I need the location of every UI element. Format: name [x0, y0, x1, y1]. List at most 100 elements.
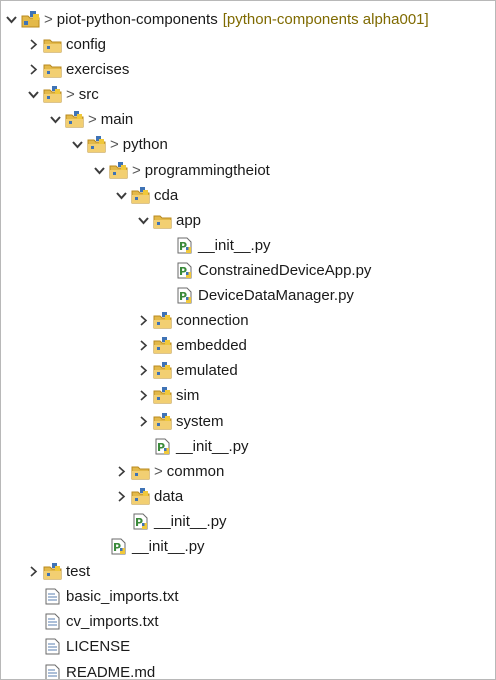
tree-item-label: app [176, 211, 202, 229]
chevron-right-icon[interactable] [27, 38, 40, 51]
python-package-icon [131, 487, 150, 505]
tree-item-label: DeviceDataManager.py [198, 287, 354, 304]
tree-row[interactable]: P ConstrainedDeviceApp.py [159, 258, 371, 283]
chevron-right-icon[interactable] [137, 339, 150, 352]
tree-item-label: cv_imports.txt [66, 613, 159, 631]
svg-text:P: P [179, 240, 187, 253]
tree-row[interactable]: P __init__.py [93, 534, 205, 559]
tree-row[interactable]: test [27, 559, 90, 584]
tree-row[interactable]: cda [115, 183, 178, 208]
python-file-icon: P [175, 237, 194, 254]
tree-item-label: sim [176, 387, 200, 405]
dirty-marker: > [44, 11, 53, 28]
tree-row[interactable]: config [27, 32, 106, 57]
tree-row[interactable]: > main [49, 107, 133, 132]
tree-row[interactable]: sim [137, 383, 199, 408]
tree-row[interactable]: P __init__.py [115, 509, 227, 534]
tree-item-label: embedded [176, 337, 247, 355]
dirty-marker: > [88, 111, 97, 129]
python-file-icon: P [109, 538, 128, 555]
tree-item-label: programmingtheiot [144, 161, 270, 179]
tree-item-label: emulated [176, 362, 238, 380]
python-file-icon: P [131, 513, 150, 530]
project-explorer-tree: > piot-python-components [python-compone… [0, 0, 496, 680]
tree-row[interactable]: P DeviceDataManager.py [159, 283, 354, 308]
chevron-down-icon[interactable] [93, 164, 106, 177]
svg-text:P: P [157, 441, 165, 454]
svg-text:P: P [113, 541, 121, 554]
tree-row[interactable]: data [115, 484, 183, 509]
tree-item-label: system [176, 412, 224, 430]
tree-item-label: src [78, 86, 99, 104]
python-package-icon [153, 312, 172, 329]
tree-row[interactable]: > python [71, 132, 168, 157]
chevron-right-icon[interactable] [137, 314, 150, 327]
tree-row[interactable]: > src [27, 82, 99, 107]
chevron-down-icon[interactable] [115, 189, 128, 202]
tree-row[interactable]: app [137, 208, 201, 233]
chevron-down-icon[interactable] [137, 214, 150, 227]
tree-row[interactable]: emulated [137, 358, 238, 383]
tree-item-label: config [66, 36, 107, 53]
python-package-icon [65, 111, 84, 128]
tree-row[interactable]: basic_imports.txt [27, 584, 179, 609]
python-package-icon [153, 387, 172, 404]
chevron-down-icon[interactable] [71, 138, 84, 151]
chevron-right-icon[interactable] [115, 465, 128, 478]
chevron-right-icon[interactable] [115, 490, 128, 503]
python-file-icon: P [175, 262, 194, 279]
python-file-icon: P [153, 438, 172, 455]
chevron-down-icon[interactable] [49, 113, 62, 126]
tree-item-label: main [100, 111, 134, 129]
tree-item-label: __init__.py [176, 437, 249, 455]
python-file-icon: P [175, 287, 194, 304]
tree-item-label: cda [154, 186, 179, 204]
chevron-right-icon[interactable] [27, 63, 40, 76]
tree-row[interactable]: embedded [137, 333, 247, 358]
chevron-down-icon[interactable] [5, 13, 18, 26]
tree-item-label: basic_imports.txt [66, 588, 179, 606]
tree-item-label: python [122, 136, 168, 154]
tree-row[interactable]: system [137, 409, 224, 434]
tree-row[interactable]: cv_imports.txt [27, 609, 159, 634]
chevron-right-icon[interactable] [27, 565, 40, 578]
text-file-icon [43, 588, 62, 605]
tree-item-label: __init__.py [198, 236, 271, 254]
chevron-right-icon[interactable] [137, 415, 150, 428]
tree-row[interactable]: connection [137, 308, 249, 333]
chevron-right-icon[interactable] [137, 389, 150, 402]
tree-item-label: exercises [66, 61, 130, 79]
python-package-icon [87, 136, 106, 153]
project-decoration: [python-components alpha001] [222, 11, 429, 28]
chevron-down-icon[interactable] [27, 88, 40, 101]
dirty-marker: > [154, 462, 163, 480]
chevron-right-icon[interactable] [137, 364, 150, 377]
text-file-icon [43, 664, 62, 679]
tree-row[interactable]: P __init__.py [137, 434, 249, 459]
tree-row[interactable]: > common [115, 459, 224, 484]
package-folder-icon [43, 36, 62, 53]
python-package-icon [43, 563, 62, 580]
svg-text:P: P [179, 265, 187, 278]
tree-row-project[interactable]: > piot-python-components [python-compone… [5, 7, 429, 32]
tree-item-label: data [154, 487, 184, 505]
tree-row[interactable]: > programmingtheiot [93, 158, 270, 183]
svg-text:P: P [179, 290, 187, 303]
tree-row[interactable]: LICENSE [27, 634, 130, 659]
tree-row[interactable]: P __init__.py [159, 233, 271, 258]
tree-row[interactable]: exercises [27, 57, 129, 82]
project-name: piot-python-components [56, 11, 218, 28]
python-package-icon [153, 337, 172, 354]
tree-row[interactable]: README.md [27, 660, 155, 679]
python-package-icon [43, 86, 62, 103]
